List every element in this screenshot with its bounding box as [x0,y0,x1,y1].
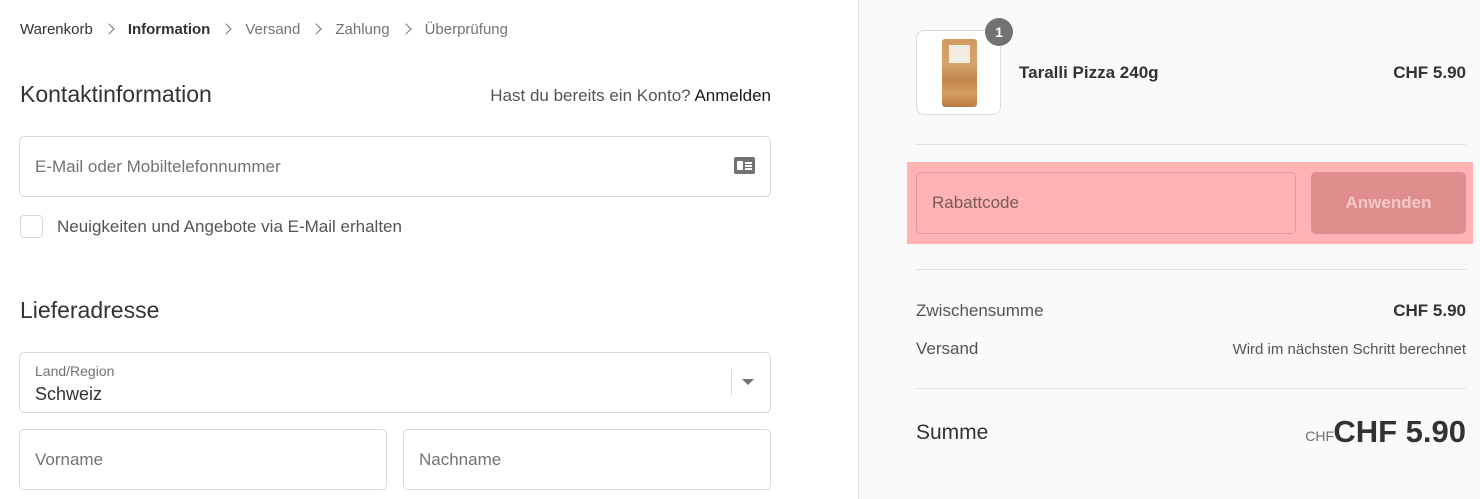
product-image-label [949,45,970,63]
discount-code-field[interactable] [916,172,1296,234]
breadcrumb-information: Information [127,20,211,38]
breadcrumb-shipping: Versand [245,20,301,38]
country-value: Schweiz [35,384,103,404]
caret-down-icon[interactable] [742,379,754,385]
breadcrumb-review: Überprüfung [424,20,508,38]
breadcrumb-cart[interactable]: Warenkorb [20,21,93,38]
country-label: Land/Region [35,363,115,379]
login-hint: Hast du bereits ein Konto? Anmelden [490,86,771,106]
last-name-input[interactable] [404,430,770,489]
divider [916,144,1466,145]
newsletter-option[interactable]: Neuigkeiten und Angebote via E-Mail erha… [20,215,402,238]
first-name-input[interactable] [20,430,386,489]
total-amount: CHF 5.90 [1333,414,1466,449]
shipping-section-title: Lieferadresse [20,297,160,323]
product-thumbnail [916,30,1001,115]
contact-section-title: Kontaktinformation [20,81,212,107]
breadcrumb-payment: Zahlung [335,20,390,38]
first-name-field[interactable] [19,429,387,490]
email-field[interactable] [19,136,771,197]
divider [916,388,1466,389]
checkout-main: Warenkorb Information Versand Zahlung Üb… [0,0,858,499]
last-name-field[interactable] [403,429,771,490]
newsletter-checkbox[interactable] [20,215,43,238]
country-select[interactable]: Land/Region Schweiz [19,352,771,413]
product-price: CHF 5.90 [1393,63,1466,82]
newsletter-label[interactable]: Neuigkeiten und Angebote via E-Mail erha… [57,217,402,237]
total-currency: CHF [1305,428,1334,444]
total-label: Summe [916,421,989,444]
chevron-right-icon [220,23,232,35]
product-image [942,39,977,107]
login-link[interactable]: Anmelden [694,86,771,105]
shipping-value: Wird im nächsten Schritt berechnet [1232,341,1466,358]
apply-discount-button[interactable]: Anwenden [1311,172,1466,234]
subtotal-value: CHF 5.90 [1393,301,1466,320]
quantity-badge: 1 [985,18,1013,46]
order-summary: 1 Taralli Pizza 240g CHF 5.90 Anwenden Z… [858,0,1480,499]
breadcrumb: Warenkorb Information Versand Zahlung Üb… [20,19,508,39]
subtotal-label: Zwischensumme [916,301,1044,320]
product-name: Taralli Pizza 240g [1019,63,1159,82]
chevron-right-icon [103,23,115,35]
chevron-right-icon [310,23,323,35]
email-input[interactable] [20,137,770,196]
shipping-label: Versand [916,339,979,358]
chevron-right-icon [399,23,412,35]
divider [916,269,1466,270]
account-prompt: Hast du bereits ein Konto? [490,86,691,105]
select-divider [731,369,732,395]
id-card-icon [734,157,755,174]
discount-code-input[interactable] [917,173,1295,233]
